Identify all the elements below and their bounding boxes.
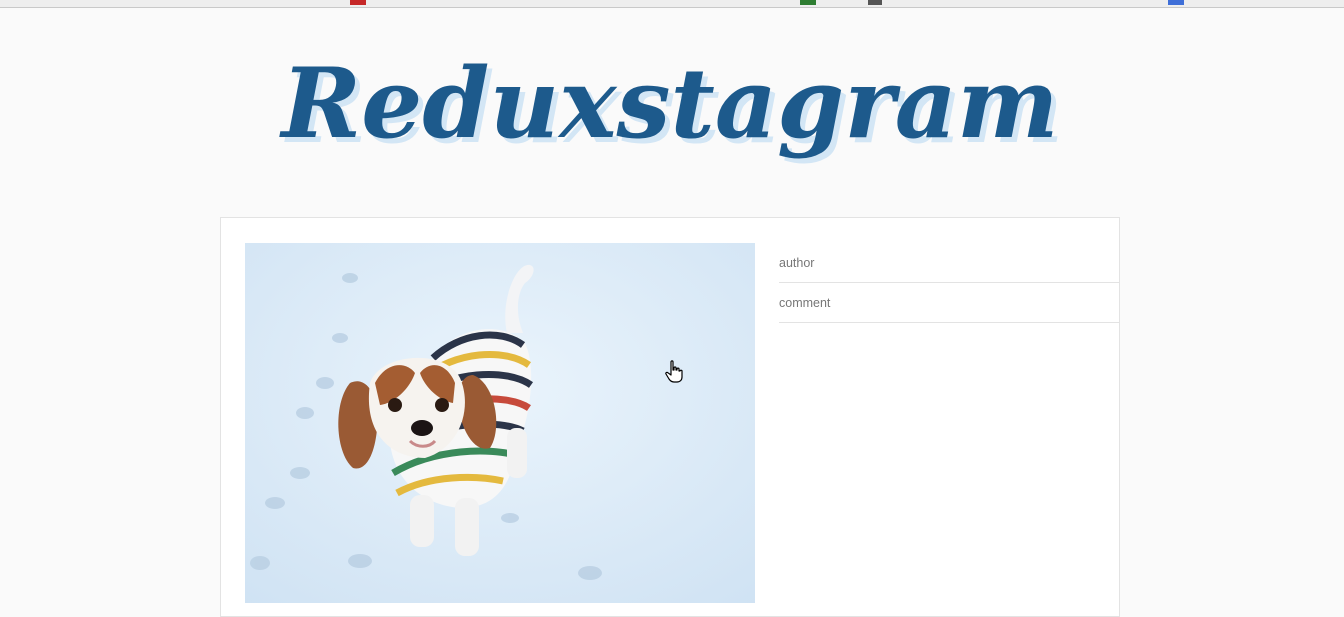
post-photo[interactable] (245, 243, 755, 603)
logo-title: Reduxstagram (278, 47, 1058, 160)
comment-form (779, 243, 1120, 323)
author-field-row (779, 243, 1120, 283)
bookmark-icon[interactable] (350, 0, 366, 5)
dog-photo (245, 243, 755, 603)
logo: Reduxstagram Reduxstagram (278, 47, 1063, 165)
logo-link[interactable]: Reduxstagram Reduxstagram (278, 30, 1063, 205)
browser-bookmarks-strip (0, 0, 1344, 8)
site-header: Reduxstagram Reduxstagram (0, 30, 1344, 205)
bookmark-icon[interactable] (800, 0, 816, 5)
bookmark-icon[interactable] (868, 0, 882, 5)
post-card (220, 217, 1120, 617)
author-input[interactable] (779, 255, 1120, 270)
hand-pointer-icon (665, 360, 683, 389)
comment-field-row (779, 283, 1120, 323)
bookmark-icon[interactable] (1168, 0, 1184, 5)
comment-input[interactable] (779, 295, 1120, 310)
